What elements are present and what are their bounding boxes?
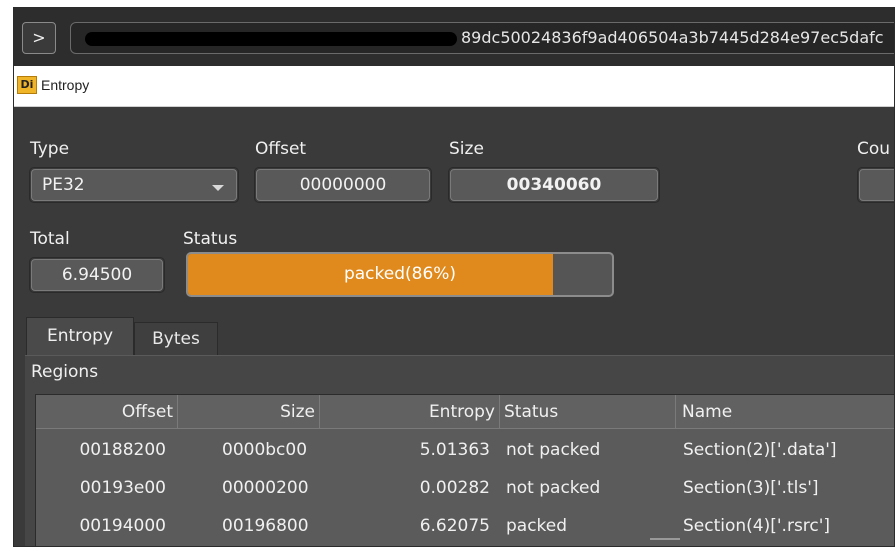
cell-entropy: 5.01363 xyxy=(419,440,490,460)
go-button[interactable]: > xyxy=(22,22,56,54)
offset-value[interactable]: 00000000 xyxy=(256,169,430,201)
total-value[interactable]: 6.94500 xyxy=(31,259,163,291)
path-bar: > 89dc50024836f9ad406504a3b7445d284e97ec… xyxy=(14,8,894,66)
count-label: Cou xyxy=(857,139,891,159)
table-row[interactable]: 00188200 0000bc00 5.01363 not packed Sec… xyxy=(36,431,894,469)
size-value[interactable]: 00340060 xyxy=(450,169,658,201)
cell-status: not packed xyxy=(506,478,601,498)
cell-size: 0000bc00 xyxy=(222,440,308,460)
type-select-value: PE32 xyxy=(42,175,85,195)
count-value[interactable] xyxy=(859,169,894,201)
cell-name: Section(4)['.rsrc'] xyxy=(683,516,831,536)
entropy-panel: Type PE32 Offset 00000000 Size 00340060 … xyxy=(14,107,894,546)
file-path-text: 89dc50024836f9ad406504a3b7445d284e97ec5d… xyxy=(461,28,884,47)
size-field-frame: 00340060 xyxy=(448,167,660,203)
cell-offset: 00194000 xyxy=(79,516,166,536)
cell-status: not packed xyxy=(506,440,601,460)
column-header-entropy[interactable]: Entropy xyxy=(320,395,500,429)
column-header-status[interactable]: Status xyxy=(500,395,676,429)
window-title-bar: Di Entropy xyxy=(14,66,894,107)
cell-offset: 00193e00 xyxy=(79,478,166,498)
scrollbar-grip[interactable] xyxy=(650,538,680,540)
table-row[interactable]: 00194000 00196800 6.62075 packed Section… xyxy=(36,507,894,545)
cell-name: Section(3)['.tls'] xyxy=(683,478,819,498)
cell-entropy: 6.62075 xyxy=(419,516,490,536)
cell-offset: 00188200 xyxy=(79,440,166,460)
column-header-size[interactable]: Size xyxy=(178,395,320,429)
regions-table: Offset Size Entropy Status Name 00188200… xyxy=(35,394,894,546)
window-title: Entropy xyxy=(41,77,90,93)
cell-entropy: 0.00282 xyxy=(419,478,490,498)
total-field-frame: 6.94500 xyxy=(29,257,165,293)
status-progress-bar: packed(86%) xyxy=(186,252,614,297)
file-path-field[interactable]: 89dc50024836f9ad406504a3b7445d284e97ec5d… xyxy=(70,22,894,54)
total-label: Total xyxy=(30,229,70,249)
offset-field-frame: 00000000 xyxy=(254,167,432,203)
chevron-down-icon xyxy=(212,185,224,191)
offset-label: Offset xyxy=(255,139,307,159)
app-logo-icon: Di xyxy=(17,76,37,94)
cell-size: 00196800 xyxy=(222,516,309,536)
app-window: > 89dc50024836f9ad406504a3b7445d284e97ec… xyxy=(13,7,895,547)
column-header-name[interactable]: Name xyxy=(676,395,894,429)
redacted-path-segment xyxy=(85,31,457,46)
table-row[interactable]: 00193e00 00000200 0.00282 not packed Sec… xyxy=(36,469,894,507)
count-field-frame xyxy=(857,167,894,203)
type-select[interactable]: PE32 xyxy=(31,169,237,201)
column-header-offset[interactable]: Offset xyxy=(36,395,178,429)
size-label: Size xyxy=(449,139,484,159)
entropy-tab-panel: Regions Offset Size Entropy Status Name … xyxy=(25,355,894,546)
cell-size: 00000200 xyxy=(222,478,309,498)
tab-bytes[interactable]: Bytes xyxy=(134,322,218,355)
cell-name: Section(2)['.data'] xyxy=(683,440,837,460)
table-header: Offset Size Entropy Status Name xyxy=(36,395,894,429)
type-label: Type xyxy=(30,139,70,159)
type-combo-frame: PE32 xyxy=(29,167,239,203)
tab-entropy[interactable]: Entropy xyxy=(26,317,134,355)
status-label: Status xyxy=(183,229,238,249)
regions-label: Regions xyxy=(31,362,99,382)
status-text: packed(86%) xyxy=(343,264,457,284)
cell-status: packed xyxy=(506,516,568,536)
